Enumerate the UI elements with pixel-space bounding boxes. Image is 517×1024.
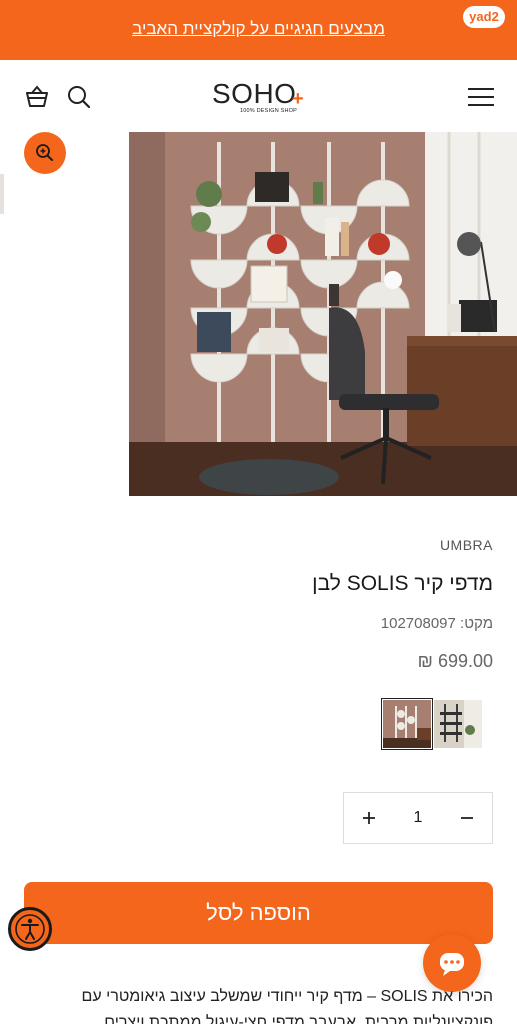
increase-quantity-button[interactable] (344, 793, 394, 843)
minus-icon (461, 817, 473, 819)
zoom-button[interactable] (24, 132, 66, 174)
quantity-stepper: 1 (343, 792, 493, 844)
yad2-badge[interactable]: yad2 (463, 6, 505, 28)
decrease-quantity-button[interactable] (442, 793, 492, 843)
quantity-value[interactable]: 1 (394, 793, 442, 843)
product-price: ₪ 699.00 (417, 651, 493, 671)
search-icon[interactable] (66, 84, 92, 110)
thumbnail-2[interactable] (434, 700, 482, 748)
site-header: SOHO + 100% DESIGN SHOP (0, 60, 517, 132)
product-description: הכירו את SOLIS – מדף קיר ייחודי שמשלב עי… (81, 988, 493, 1024)
accessibility-button[interactable] (8, 907, 52, 951)
product-brand[interactable]: UMBRA (440, 537, 493, 553)
promo-link[interactable]: מבצעים חגיגיים על קולקציית האביב (0, 19, 517, 39)
menu-icon[interactable] (467, 84, 495, 110)
product-image[interactable] (129, 132, 517, 496)
logo-tagline: 100% DESIGN SHOP (240, 108, 297, 114)
product-sku: מקט: 102708097 (380, 615, 493, 632)
product-gallery (0, 132, 517, 496)
previous-image-sliver[interactable] (0, 174, 4, 214)
thumbnail-1[interactable] (381, 698, 433, 750)
plus-icon (363, 812, 375, 824)
product-title: מדפי קיר SOLIS לבן (312, 572, 493, 595)
cart-icon[interactable] (24, 84, 50, 110)
site-logo[interactable]: SOHO + 100% DESIGN SHOP (212, 78, 308, 118)
zoom-in-icon (36, 144, 53, 161)
logo-word: SOHO (212, 78, 297, 109)
promo-bar: מבצעים חגיגיים על קולקציית האביב yad2 (0, 0, 517, 60)
accessibility-icon (15, 914, 45, 944)
